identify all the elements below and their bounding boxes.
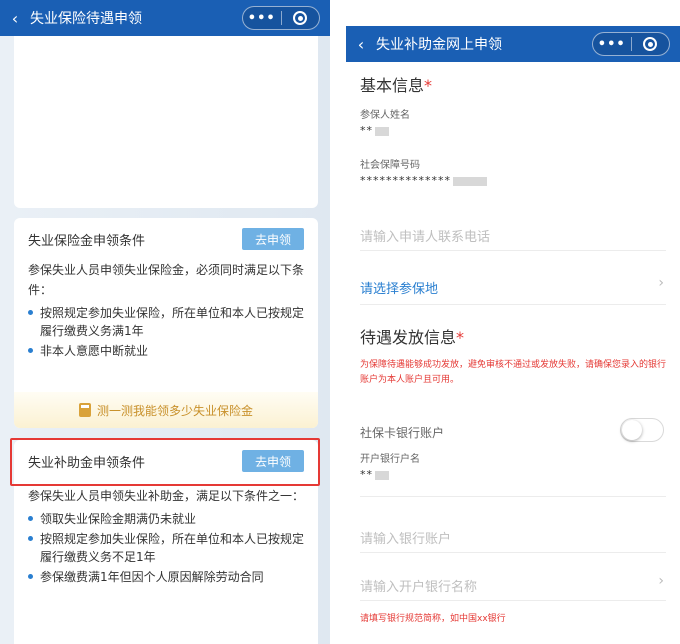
back-arrow-icon[interactable]: ‹ — [0, 9, 30, 28]
mask-block — [453, 176, 487, 186]
mask-block — [375, 126, 389, 136]
divider — [360, 552, 666, 553]
card-description: 参保失业人员申领失业补助金，满足以下条件之一： — [28, 489, 305, 503]
close-circle-icon[interactable] — [282, 11, 320, 25]
bank-name-tip: 请填写银行规范简称，如中国xx银行 — [360, 614, 506, 624]
ssn-label: 社会保障号码 — [360, 160, 420, 171]
required-mark: * — [456, 328, 465, 347]
calculator-label: 测一测我能领多少失业保险金 — [96, 403, 253, 418]
more-icon[interactable]: ••• — [243, 11, 281, 26]
page-title: 失业补助金网上申领 — [376, 37, 502, 53]
section-title-basic: 基本信息* — [360, 72, 432, 96]
miniprogram-capsule: ••• — [592, 32, 670, 56]
card-title: 失业保险金申领条件 — [28, 233, 146, 249]
holder-value: ** — [360, 468, 389, 481]
left-content: 失业保险金申领条件 去申领 参保失业人员申领失业保险金，必须同时满足以下条件： … — [0, 36, 330, 644]
card-title: 失业补助金申领条件 — [28, 455, 146, 471]
holder-value-text: ** — [360, 468, 373, 481]
screenshot-stage: ‹ 失业保险待遇申领 ••• 失业保险金申领条件 去申领 参保失业人员申领失业保… — [0, 0, 680, 644]
required-mark: * — [424, 76, 433, 95]
bank-card-toggle[interactable] — [620, 418, 664, 442]
chevron-right-icon[interactable]: › — [658, 275, 664, 291]
condition-list: 按照规定参加失业保险，所在单位和本人已按规定履行缴费义务满1年 非本人意愿中断就… — [14, 300, 318, 360]
mask-block — [375, 470, 389, 480]
condition-item: 领取失业保险金期满仍未就业 — [28, 510, 304, 528]
unemployment-benefit-card: 失业保险金申领条件 去申领 参保失业人员申领失业保险金，必须同时满足以下条件： … — [14, 218, 318, 428]
phone-input[interactable]: 请输入申请人联系电话 — [360, 226, 490, 245]
chevron-right-icon[interactable]: › — [658, 573, 664, 589]
condition-item: 参保缴费满1年但因个人原因解除劳动合同 — [28, 568, 304, 586]
holder-label: 开户银行户名 — [360, 454, 420, 465]
unemployment-subsidy-card: 失业补助金申领条件 去申领 参保失业人员申领失业补助金，满足以下条件之一： 领取… — [14, 440, 318, 644]
divider — [360, 250, 666, 251]
right-screen: ‹ 失业补助金网上申领 ••• 基本信息* 参保人姓名 ** 社会保障号码 **… — [346, 26, 680, 644]
bank-name-input[interactable]: 请输入开户银行名称 — [360, 576, 477, 595]
name-value: ** — [360, 124, 389, 137]
name-label: 参保人姓名 — [360, 110, 410, 121]
payout-notice: 为保障待遇能够成功发放，避免审核不通过或发放失败，请确保您录入的银行账户为本人账… — [360, 360, 667, 385]
bank-account-input[interactable]: 请输入银行账户 — [360, 528, 451, 547]
divider — [360, 600, 666, 601]
more-icon[interactable]: ••• — [593, 37, 631, 52]
card-header: 失业保险金申领条件 去申领 — [14, 218, 318, 260]
right-navbar: ‹ 失业补助金网上申领 ••• — [346, 26, 680, 62]
divider — [360, 304, 666, 305]
left-navbar: ‹ 失业保险待遇申领 ••• — [0, 0, 330, 36]
region-select[interactable]: 请选择参保地 — [360, 278, 438, 297]
card-description: 参保失业人员申领失业保险金，必须同时满足以下条件： — [28, 263, 305, 297]
toggle-knob — [622, 420, 642, 440]
apply-subsidy-button[interactable]: 去申领 — [242, 450, 304, 472]
condition-item: 非本人意愿中断就业 — [28, 342, 304, 360]
condition-item: 按照规定参加失业保险，所在单位和本人已按规定履行缴费义务满1年 — [28, 304, 304, 340]
section-title-payout: 待遇发放信息* — [360, 324, 464, 348]
calculator-icon — [78, 403, 91, 417]
bank-card-label: 社保卡银行账户 — [360, 426, 445, 440]
condition-item: 按照规定参加失业保险，所在单位和本人已按规定履行缴费义务不足1年 — [28, 530, 304, 566]
condition-list: 领取失业保险金期满仍未就业 按照规定参加失业保险，所在单位和本人已按规定履行缴费… — [14, 506, 318, 586]
ssn-value-text: ************** — [360, 174, 451, 187]
name-value-text: ** — [360, 124, 373, 137]
miniprogram-capsule: ••• — [242, 6, 320, 30]
page-title: 失业保险待遇申领 — [30, 11, 142, 27]
section-title-text: 基本信息 — [360, 76, 425, 95]
left-screen: ‹ 失业保险待遇申领 ••• 失业保险金申领条件 去申领 参保失业人员申领失业保… — [0, 0, 330, 644]
ssn-value: ************** — [360, 174, 487, 187]
back-arrow-icon[interactable]: ‹ — [346, 35, 376, 54]
card-header: 失业补助金申领条件 去申领 — [14, 440, 318, 482]
close-circle-icon[interactable] — [632, 37, 670, 51]
benefit-calculator-button[interactable]: 测一测我能领多少失业保险金 — [14, 392, 318, 428]
banner-card — [14, 36, 318, 208]
section-title-text: 待遇发放信息 — [360, 328, 457, 347]
divider — [360, 496, 666, 497]
apply-benefit-button[interactable]: 去申领 — [242, 228, 304, 250]
